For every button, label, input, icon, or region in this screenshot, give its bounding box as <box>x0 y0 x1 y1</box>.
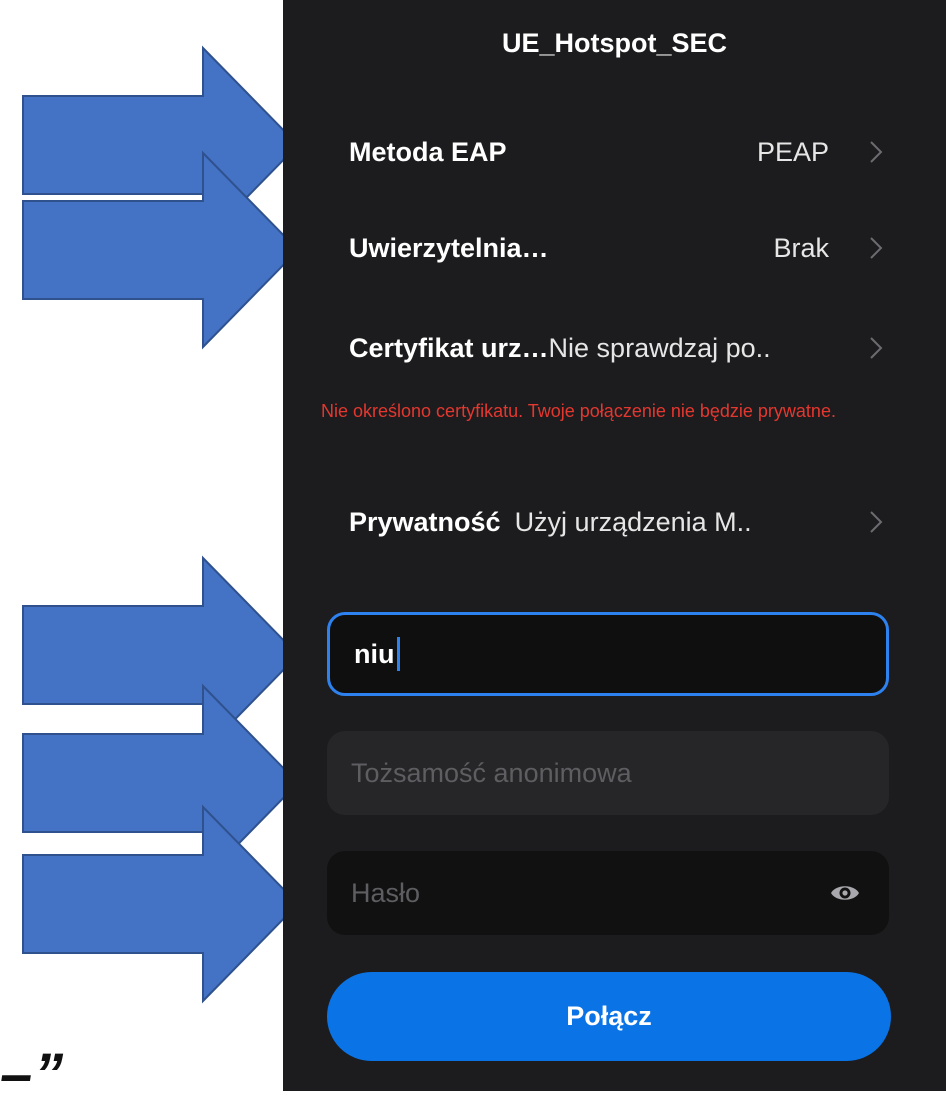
annotation-arrow-phase2 <box>22 150 302 350</box>
wifi-config-dialog: UE_Hotspot_SEC Metoda EAP PEAP Uwierzyte… <box>283 0 946 1091</box>
text-caret <box>396 637 400 671</box>
identity-input[interactable]: niu <box>327 612 889 696</box>
annotation-arrow-password <box>22 804 302 1004</box>
chevron-right-icon <box>869 497 883 547</box>
privacy-row[interactable]: Prywatność Użyj urządzenia M.. <box>349 497 883 547</box>
chevron-right-icon <box>869 223 883 273</box>
connect-button[interactable]: Połącz <box>327 972 891 1061</box>
eye-icon[interactable] <box>829 877 861 916</box>
chevron-right-icon <box>869 127 883 177</box>
chevron-right-icon <box>869 323 883 373</box>
quote-fragment: –” <box>0 1042 66 1107</box>
phase2-auth-value: Brak <box>773 232 829 263</box>
password-input[interactable]: Hasło <box>327 851 889 935</box>
anonymous-identity-input[interactable]: Tożsamość anonimowa <box>327 731 889 815</box>
password-placeholder: Hasło <box>351 877 421 908</box>
eap-method-value: PEAP <box>756 136 829 167</box>
identity-value: niu <box>354 638 395 669</box>
phase2-auth-row[interactable]: Uwierzytelnia… Brak <box>349 223 883 273</box>
anonymous-identity-placeholder: Tożsamość anonimowa <box>351 757 632 788</box>
privacy-label: Prywatność <box>349 506 501 537</box>
certificate-warning: Nie określono certyfikatu. Twoje połącze… <box>321 401 836 421</box>
phase2-auth-label: Uwierzytelnia… <box>349 232 549 263</box>
ca-certificate-value: Nie sprawdzaj po.. <box>548 332 771 363</box>
eap-method-label: Metoda EAP <box>349 136 507 167</box>
privacy-value: Użyj urządzenia M.. <box>514 506 752 537</box>
ca-certificate-row[interactable]: Certyfikat urz… Nie sprawdzaj po.. <box>349 323 883 373</box>
network-title: UE_Hotspot_SEC <box>501 28 728 58</box>
eap-method-row[interactable]: Metoda EAP PEAP <box>349 127 883 177</box>
ca-certificate-label: Certyfikat urz… <box>349 332 549 363</box>
